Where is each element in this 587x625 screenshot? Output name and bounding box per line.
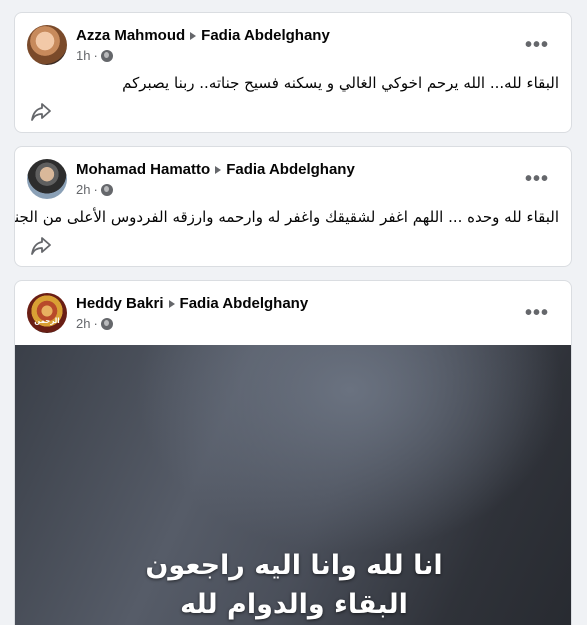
post-text: البقاء لله وحده ... اللهم اغفر لشقيقك وا… <box>14 208 559 226</box>
avatar-logo-text: الرحمن <box>34 317 60 325</box>
post-header: الرحمن Heddy Bakri Fadia Abdelghany 2h · … <box>27 293 559 335</box>
avatar[interactable]: الرحمن <box>27 293 67 333</box>
target-name[interactable]: Fadia Abdelghany <box>201 27 330 44</box>
target-name[interactable]: Fadia Abdelghany <box>180 295 309 312</box>
more-options-icon[interactable]: ••• <box>523 165 551 193</box>
post-author-line: Azza Mahmoud Fadia Abdelghany <box>76 27 330 44</box>
post-card: الرحمن Heddy Bakri Fadia Abdelghany 2h · … <box>14 280 572 625</box>
post-time[interactable]: 2h <box>76 182 90 197</box>
post-text: البقاء لله... الله يرحم اخوكي الغالي و ي… <box>122 74 559 92</box>
separator-dot: · <box>93 48 98 63</box>
post-card: Azza Mahmoud Fadia Abdelghany 1h · ••• ال… <box>14 12 572 133</box>
post-time[interactable]: 2h <box>76 316 90 331</box>
globe-icon[interactable] <box>100 317 113 330</box>
post-author-line: Mohamad Hamatto Fadia Abdelghany <box>76 161 355 178</box>
globe-icon[interactable] <box>100 49 113 62</box>
post-media-image[interactable]: انا لله وانا اليه راجعون البقاء والدوام … <box>15 345 571 625</box>
more-options-icon[interactable]: ••• <box>523 31 551 59</box>
post-meta: 1h · <box>76 48 113 63</box>
arrow-right-icon <box>215 165 222 174</box>
arrow-right-icon <box>190 31 197 40</box>
target-name[interactable]: Fadia Abdelghany <box>226 161 355 178</box>
avatar[interactable] <box>27 159 67 199</box>
post-card: Mohamad Hamatto Fadia Abdelghany 2h · •••… <box>14 146 572 267</box>
separator-dot: · <box>93 182 98 197</box>
share-icon[interactable] <box>30 236 52 256</box>
media-caption-line-2: البقاء والدوام لله <box>180 589 408 620</box>
author-name[interactable]: Mohamad Hamatto <box>76 161 210 178</box>
post-header: Azza Mahmoud Fadia Abdelghany 1h · ••• <box>27 25 559 67</box>
author-name[interactable]: Heddy Bakri <box>76 295 164 312</box>
post-time[interactable]: 1h <box>76 48 90 63</box>
post-meta: 2h · <box>76 316 113 331</box>
share-icon[interactable] <box>30 102 52 122</box>
post-meta: 2h · <box>76 182 113 197</box>
media-caption-line-1: انا لله وانا اليه راجعون <box>145 550 443 581</box>
globe-icon[interactable] <box>100 183 113 196</box>
more-options-icon[interactable]: ••• <box>523 299 551 327</box>
separator-dot: · <box>93 316 98 331</box>
author-name[interactable]: Azza Mahmoud <box>76 27 185 44</box>
post-author-line: Heddy Bakri Fadia Abdelghany <box>76 295 308 312</box>
avatar[interactable] <box>27 25 67 65</box>
post-header: Mohamad Hamatto Fadia Abdelghany 2h · ••• <box>27 159 559 201</box>
arrow-right-icon <box>168 299 175 308</box>
